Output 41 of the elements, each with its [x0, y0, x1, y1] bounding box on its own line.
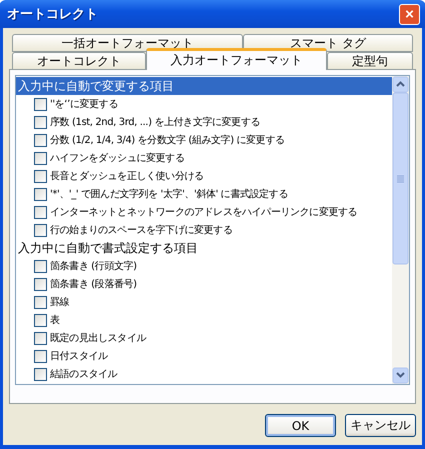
option-label: 日付スタイル	[50, 350, 108, 363]
scrollbar[interactable]	[392, 76, 409, 384]
checkbox[interactable]	[34, 98, 47, 110]
option-label: ハイフンをダッシュに変更する	[50, 152, 184, 165]
checkbox[interactable]	[34, 332, 47, 344]
group-header[interactable]: 入力中に自動で書式設定する項目	[16, 239, 392, 257]
tab[interactable]: オートコレクト	[12, 52, 146, 70]
checkbox[interactable]	[34, 152, 47, 164]
checkbox[interactable]	[34, 350, 47, 362]
checkbox[interactable]	[34, 224, 47, 236]
tab[interactable]: 入力オートフォーマット	[146, 48, 328, 70]
tab[interactable]: 定型句	[327, 52, 413, 70]
option-label: 長音とダッシュを正しく使い分ける	[50, 170, 204, 183]
checkbox[interactable]	[34, 116, 47, 128]
option-label: 表	[50, 314, 60, 327]
option-label: ''を‘’に変更する	[50, 98, 118, 111]
checkbox[interactable]	[34, 368, 47, 380]
checkbox[interactable]	[34, 296, 47, 308]
checkbox[interactable]	[34, 134, 47, 146]
checkbox[interactable]	[34, 278, 47, 290]
checkbox[interactable]	[34, 170, 47, 182]
checkbox[interactable]	[34, 314, 47, 326]
checkbox[interactable]	[34, 206, 47, 218]
tab[interactable]: 一括オートフォーマット	[12, 34, 244, 52]
window-title: オートコレクト	[7, 6, 98, 23]
option-label: 箇条書き (行頭文字)	[50, 260, 137, 273]
close-button[interactable]: ×	[399, 4, 420, 24]
dialog-button[interactable]: OK	[265, 414, 336, 437]
checkbox[interactable]	[34, 188, 47, 200]
checkbox[interactable]	[34, 260, 47, 272]
group-header[interactable]: 入力中に自動で変更する項目	[16, 77, 392, 95]
option-label: 既定の見出しスタイル	[50, 332, 146, 345]
option-label: 分数 (1/2, 1/4, 3/4) を分数文字 (組み文字) に変更する	[50, 134, 285, 147]
option-label: 序数 (1st, 2nd, 3rd, ...) を上付き文字に変更する	[50, 116, 260, 129]
dialog-button[interactable]: キャンセル	[345, 414, 416, 437]
option-label: 罫線	[50, 296, 70, 309]
option-label: 箇条書き (段落番号)	[50, 278, 137, 291]
option-label: 行の始まりのスペースを字下げに変更する	[50, 224, 232, 237]
option-label: '*'、'_' で囲んだ文字列を '太字'、'斜体' に書式設定する	[50, 188, 288, 201]
option-label: 結語のスタイル	[50, 368, 118, 381]
option-label: インターネットとネットワークのアドレスをハイパーリンクに変更する	[50, 206, 358, 219]
